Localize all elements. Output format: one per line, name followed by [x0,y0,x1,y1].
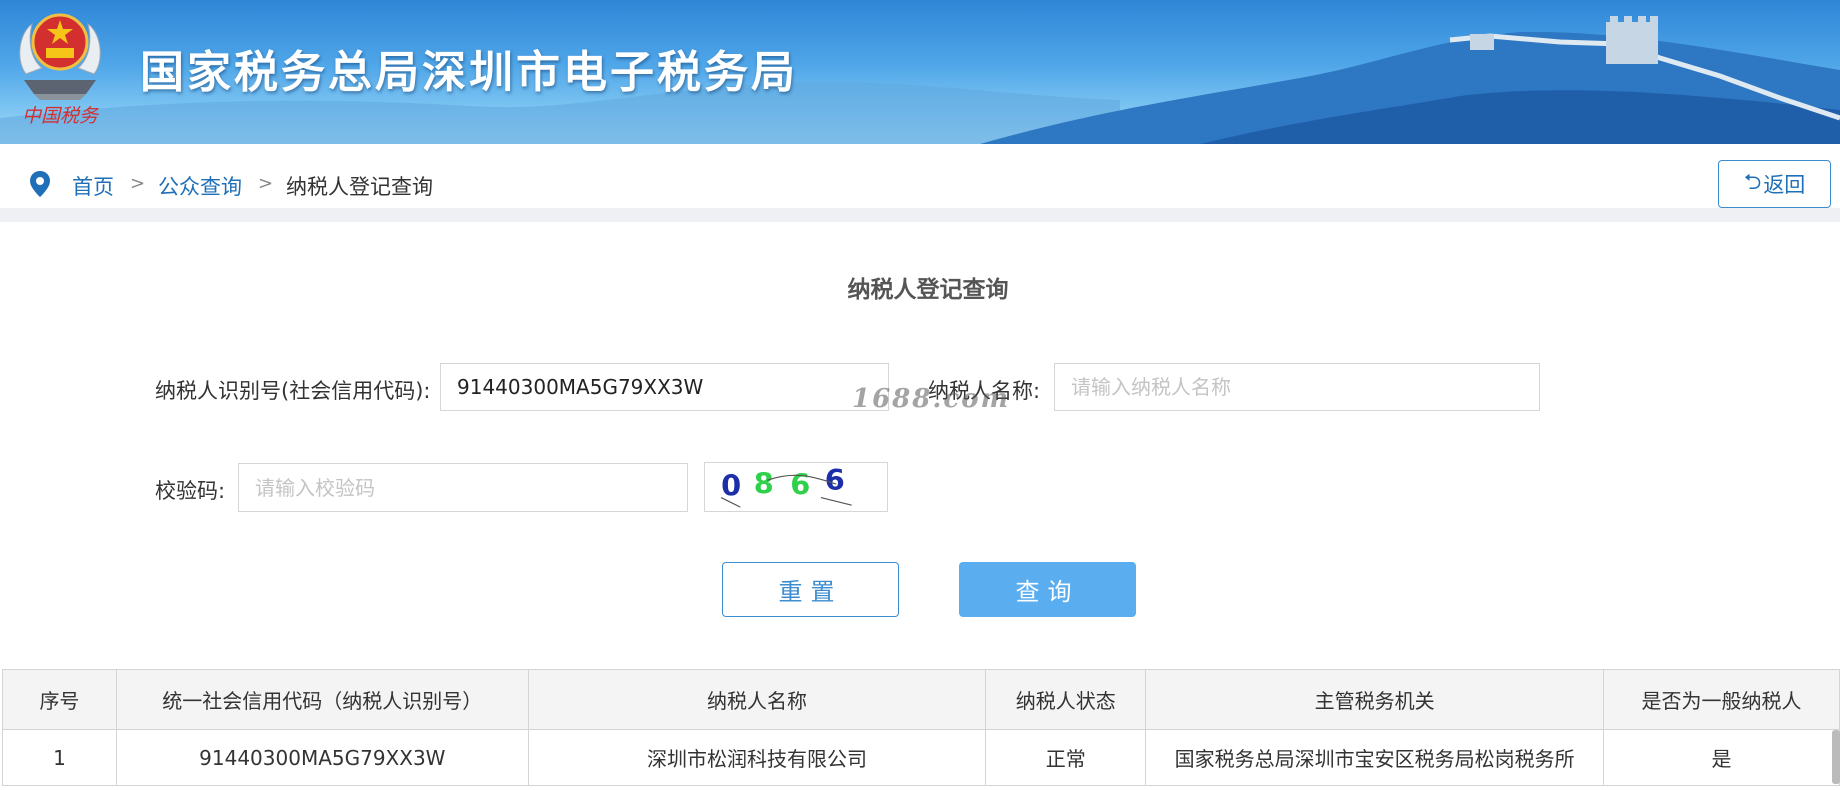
table-scrollbar[interactable] [1832,730,1840,784]
cell-credit-code: 91440300MA5G79XX3W [115,729,529,786]
back-button[interactable]: ⮌ 返回 [1718,160,1831,208]
breadcrumb-separator: > [258,173,274,194]
cell-index: 1 [2,729,117,786]
undo-icon: ⮌ [1743,170,1762,195]
column-header-taxpayer-status: 纳税人状态 [985,669,1147,730]
column-header-credit-code: 统一社会信用代码（纳税人识别号） [115,669,529,730]
back-button-label: 返回 [1763,173,1806,197]
captcha-image[interactable]: 0 8 6 6 [704,462,888,512]
breadcrumb-separator: > [130,173,146,194]
query-button[interactable]: 查询 [959,562,1136,617]
breadcrumb-public-query-link[interactable]: 公众查询 [158,171,242,201]
taxpayer-name-input[interactable] [1054,363,1540,411]
column-header-taxpayer-name: 纳税人名称 [527,669,987,730]
site-banner: 中国税务 国家税务总局深圳市电子税务局 [0,0,1840,144]
results-table: 序号 统一社会信用代码（纳税人识别号） 纳税人名称 纳税人状态 主管税务机关 是… [2,669,1840,786]
captcha-input[interactable] [238,463,688,512]
taxpayer-id-label: 纳税人识别号(社会信用代码): [155,379,431,403]
table-row: 1 91440300MA5G79XX3W 深圳市松润科技有限公司 正常 国家税务… [2,729,1840,786]
form-title: 纳税人登记查询 [847,277,1009,303]
breadcrumb-home-link[interactable]: 首页 [72,171,114,201]
site-title: 国家税务总局深圳市电子税务局 [140,47,798,98]
svg-text:6: 6 [825,463,845,497]
column-header-tax-authority: 主管税务机关 [1145,669,1605,730]
taxpayer-id-input[interactable] [440,363,889,411]
breadcrumb: 首页 > 公众查询 > 纳税人登记查询 ⮌ 返回 [0,144,1840,222]
national-emblem-logo: 中国税务 [19,13,101,127]
cell-taxpayer-status: 正常 [985,729,1147,786]
cell-tax-authority: 国家税务总局深圳市宝安区税务局松岗税务所 [1145,729,1605,786]
table-header-row: 序号 统一社会信用代码（纳税人识别号） 纳税人名称 纳税人状态 主管税务机关 是… [2,669,1840,730]
captcha-label: 校验码: [155,479,226,503]
column-header-general-taxpayer: 是否为一般纳税人 [1603,669,1840,730]
cell-general-taxpayer: 是 [1603,729,1840,786]
emblem-caption: 中国税务 [22,105,100,127]
svg-text:0: 0 [721,469,741,503]
reset-button[interactable]: 重置 [722,562,899,617]
svg-text:8: 8 [754,467,774,501]
column-header-index: 序号 [2,669,117,730]
breadcrumb-current: 纳税人登记查询 [286,175,433,199]
cell-taxpayer-name: 深圳市松润科技有限公司 [527,729,987,786]
taxpayer-name-label: 纳税人名称: [928,379,1041,403]
svg-text:6: 6 [790,468,810,502]
location-pin-icon [30,171,50,197]
